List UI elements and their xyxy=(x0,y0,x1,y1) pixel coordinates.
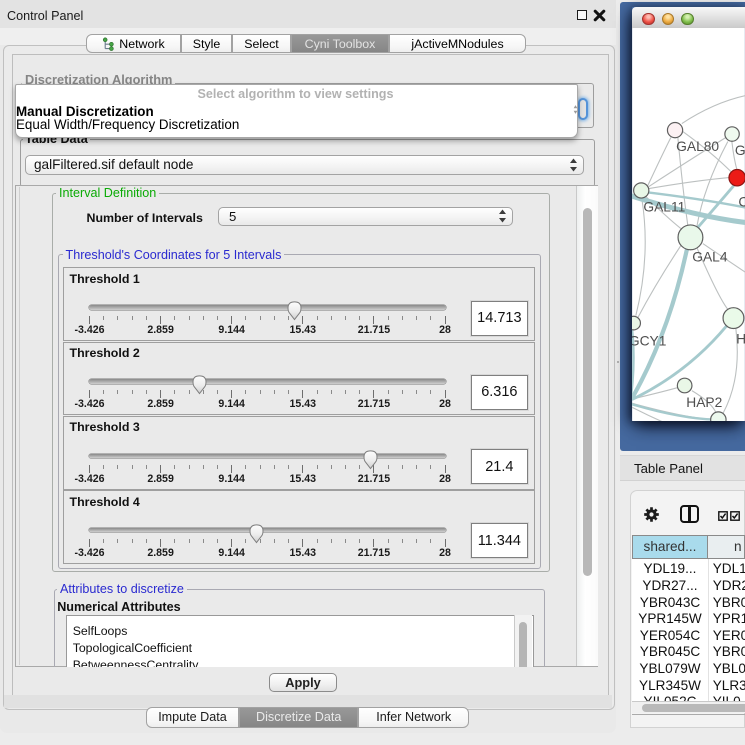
svg-text:GCY1: GCY1 xyxy=(632,333,666,348)
svg-text:GAL80: GAL80 xyxy=(676,139,719,154)
svg-text:C: C xyxy=(739,194,745,209)
svg-text:G.: G. xyxy=(735,143,745,158)
svg-text:GAL11: GAL11 xyxy=(644,199,686,214)
svg-text:HAP2: HAP2 xyxy=(687,395,723,410)
svg-text:H: H xyxy=(736,331,745,346)
svg-text:GAL4: GAL4 xyxy=(693,249,729,264)
